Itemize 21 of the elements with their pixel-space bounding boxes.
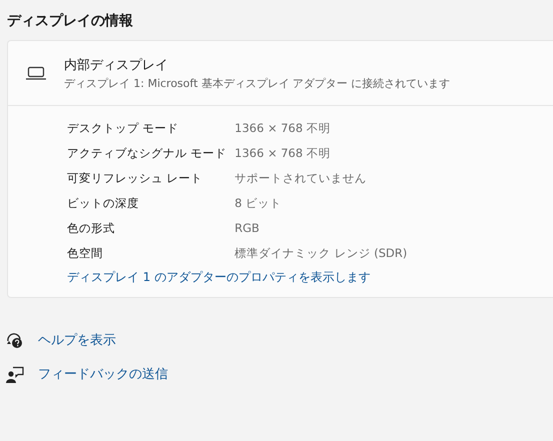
laptop-icon	[26, 66, 46, 80]
property-label: ビットの深度	[67, 195, 139, 212]
property-value: 標準ダイナミック レンジ (SDR)	[234, 245, 408, 262]
property-label: デスクトップ モード	[67, 120, 179, 137]
property-value: 1366 × 768 不明	[234, 120, 330, 137]
property-label: 可変リフレッシュ レート	[67, 170, 203, 187]
feedback-icon	[6, 366, 24, 383]
property-label: 色空間	[67, 245, 103, 262]
property-value: RGB	[234, 220, 260, 237]
property-value: 1366 × 768 不明	[234, 145, 330, 162]
property-label: 色の形式	[67, 220, 115, 237]
section-title: ディスプレイの情報	[6, 12, 133, 31]
property-value: サポートされていません	[234, 170, 367, 187]
property-value: 8 ビット	[234, 195, 282, 212]
property-label: アクティブなシグナル モード	[67, 145, 227, 162]
adapter-properties-link[interactable]: ディスプレイ 1 のアダプターのプロパティを表示します	[67, 268, 370, 287]
help-link[interactable]: ヘルプを表示	[38, 331, 116, 350]
display-subtitle: ディスプレイ 1: Microsoft 基本ディスプレイ アダプター に接続されています	[64, 76, 450, 90]
feedback-link[interactable]: フィードバックの送信	[38, 365, 168, 384]
display-name: 内部ディスプレイ	[64, 56, 168, 74]
help-icon	[6, 332, 24, 349]
